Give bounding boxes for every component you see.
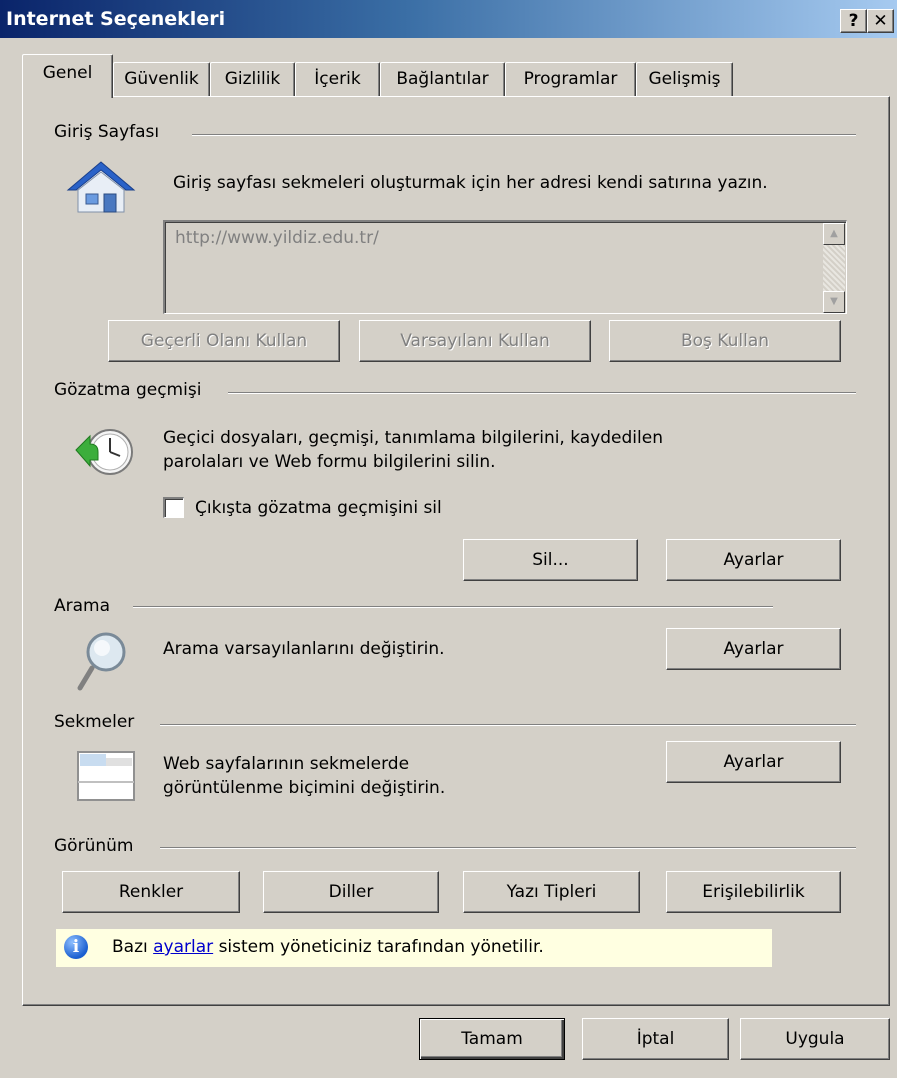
languages-button[interactable]: Diller (263, 871, 439, 913)
tabs-description-line2: görüntülenme biçimini değiştirin. (163, 778, 446, 798)
infobar-message: Bazı ayarlar sistem yöneticiniz tarafınd… (112, 937, 544, 957)
home-page-urls-textarea[interactable]: http://www.yildiz.edu.tr/ ▲ ▼ (163, 220, 847, 314)
home-group-heading: Giriş Sayfası (54, 122, 168, 142)
history-description-line1: Geçici dosyaları, geçmişi, tanımlama bil… (163, 428, 663, 448)
delete-history-on-exit-checkbox[interactable] (163, 497, 184, 518)
accessibility-button[interactable]: Erişilebilirlik (666, 871, 841, 913)
managed-settings-infobar: i Bazı ayarlar sistem yöneticiniz tarafı… (56, 929, 772, 967)
infobar-prefix: Bazı (112, 937, 148, 957)
search-group-divider (133, 606, 773, 608)
history-group-heading: Gözatma geçmişi (54, 380, 210, 400)
home-description: Giriş sayfası sekmeleri oluşturmak için … (173, 173, 768, 193)
appearance-group-heading: Görünüm (54, 836, 142, 856)
title-bar: Internet Seçenekleri ? ✕ (0, 0, 897, 38)
info-icon: i (64, 935, 88, 959)
search-settings-button[interactable]: Ayarlar (666, 628, 841, 670)
cancel-button[interactable]: İptal (582, 1018, 729, 1060)
tab-programlar[interactable]: Programlar (505, 62, 636, 96)
tab-gelismis[interactable]: Gelişmiş (636, 62, 733, 96)
close-button[interactable]: ✕ (867, 9, 894, 33)
apply-button[interactable]: Uygula (740, 1018, 890, 1060)
tab-guvenlik[interactable]: Güvenlik (113, 62, 210, 96)
tabs-description-line1: Web sayfalarının sekmelerde (163, 754, 410, 774)
colors-button[interactable]: Renkler (62, 871, 240, 913)
use-default-button[interactable]: Varsayılanı Kullan (359, 320, 591, 362)
use-current-button[interactable]: Geçerli Olanı Kullan (108, 320, 340, 362)
search-group-heading: Arama (54, 596, 119, 616)
home-page-url-value: http://www.yildiz.edu.tr/ (175, 228, 379, 248)
history-settings-button[interactable]: Ayarlar (666, 539, 841, 581)
history-clock-icon (75, 429, 133, 475)
tab-baglantilar[interactable]: Bağlantılar (380, 62, 505, 96)
tab-icerik[interactable]: İçerik (295, 62, 380, 96)
history-group-divider (228, 392, 856, 394)
history-description-line2: parolaları ve Web formu bilgilerini sili… (163, 452, 496, 472)
tabs-window-icon (77, 751, 135, 801)
delete-history-on-exit-label[interactable]: Çıkışta gözatma geçmişini sil (195, 497, 442, 519)
help-button[interactable]: ? (840, 9, 867, 33)
infobar-suffix: sistem yöneticiniz tarafından yönetilir. (218, 937, 544, 957)
magnifier-icon (77, 632, 126, 691)
use-blank-button[interactable]: Boş Kullan (609, 320, 841, 362)
search-description: Arama varsayılanlarını değiştirin. (163, 639, 445, 659)
ok-button[interactable]: Tamam (419, 1018, 565, 1060)
window-title: Internet Seçenekleri (6, 8, 226, 30)
managed-settings-link[interactable]: ayarlar (153, 937, 213, 957)
tabs-group-divider (160, 724, 856, 726)
appearance-group-divider (160, 847, 856, 849)
tab-genel[interactable]: Genel (22, 54, 113, 98)
tabs-settings-button[interactable]: Ayarlar (666, 741, 841, 783)
scroll-up-arrow-icon[interactable]: ▲ (823, 223, 845, 245)
tabs-group-heading: Sekmeler (54, 712, 143, 732)
fonts-button[interactable]: Yazı Tipleri (463, 871, 640, 913)
tab-gizlilik[interactable]: Gizlilik (210, 62, 295, 96)
textarea-scrollbar[interactable]: ▲ ▼ (823, 223, 845, 313)
scroll-down-arrow-icon[interactable]: ▼ (823, 291, 845, 313)
delete-history-button[interactable]: Sil... (463, 539, 638, 581)
house-icon (66, 161, 136, 213)
home-group-divider (192, 134, 856, 136)
